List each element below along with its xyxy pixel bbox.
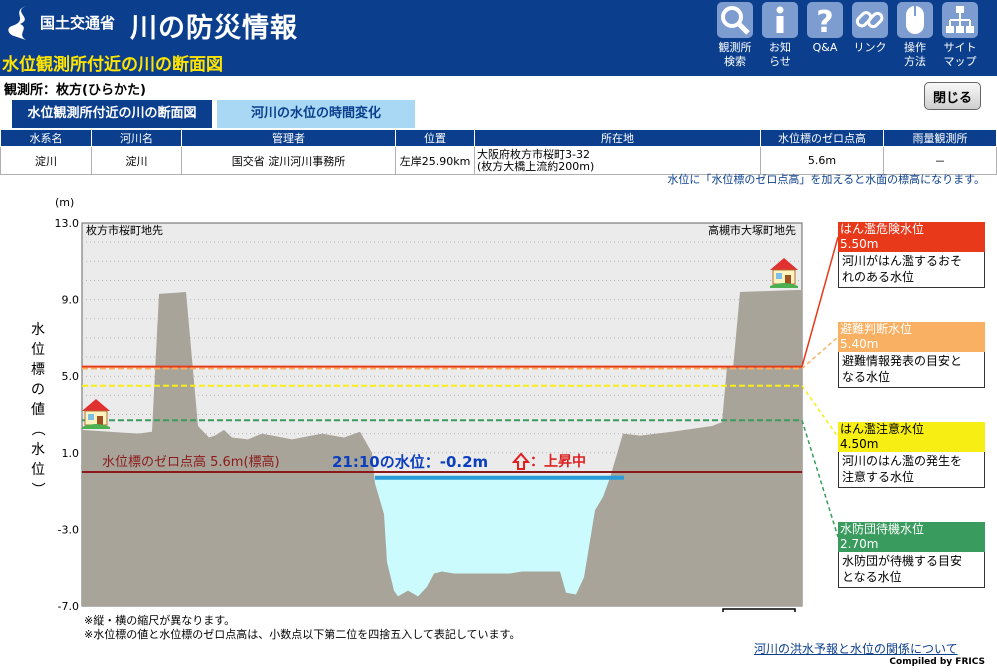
cell-system: 淀川 [0,146,92,175]
cell-position: 左岸25.90km [395,146,475,175]
nav-link-button[interactable]: リンク [845,0,895,76]
link-icon [855,11,884,29]
scale-bar: 100m [722,608,796,612]
y-axis-label-char: ） [29,482,45,496]
legend-caution-level: はん濫注意水位 4.50m 河川のはん濫の発生を 注意する水位 [838,422,985,488]
y-tick-label: -3.0 [58,523,79,536]
legend-connector [801,236,839,367]
col-header: 所在地 [474,129,761,147]
sitemap-icon [946,6,974,33]
nav-qa-button[interactable]: ? Q&A [800,0,850,76]
y-tick-label: 1.0 [62,447,80,460]
site-title: 川の防災情報 [130,13,298,44]
legend-standby-level: 水防団待機水位 2.70m 水防団が待機する目安 となる水位 [838,522,985,588]
col-header: 管理者 [181,129,396,147]
legend-connector [801,385,839,438]
station-info-table: 水系名 河川名 管理者 位置 所在地 水位標のゼロ点高 雨量観測所 淀川 淀川 … [0,129,997,175]
right-bank-label: 高槻市大塚町地先 [708,223,796,237]
close-button[interactable]: 閉じる [924,82,981,110]
search-icon [721,6,750,35]
y-axis-label-char: 位 [31,462,45,478]
y-tick-label: 5.0 [62,370,80,383]
svg-text:?: ? [816,5,833,38]
info-icon [776,6,784,33]
legend-connector [801,420,839,538]
forecast-relation-link[interactable]: 河川の洪水予報と水位の関係について [754,640,958,657]
col-header: 水系名 [0,129,92,147]
y-tick-label: 9.0 [62,294,80,307]
credit-text: Compiled by FRICS [889,657,985,667]
ministry-name: 国土交通省 [40,14,116,32]
nav-sitemap-button[interactable]: サイト マップ [935,0,985,76]
y-tick-label: -7.0 [58,600,79,612]
header-bar: 国土交通省 川の防災情報 水位観測所付近の川の断面図 観測所 検索 お知 らせ ? … [0,0,997,76]
legend-danger-level: はん濫危険水位 5.50m 河川がはん濫するおそ れのある水位 [838,222,985,288]
tab-cross-section[interactable]: 水位観測所付近の川の断面図 [12,100,212,128]
y-axis-label-char: の [31,382,45,398]
y-tick-label: 13.0 [55,217,80,230]
zero-point-note: 水位に「水位標のゼロ点高」を加えると水面の標高になります。 [667,173,985,186]
col-header: 水位標のゼロ点高 [760,129,884,147]
mouse-icon [906,6,924,34]
col-header: 河川名 [91,129,182,147]
y-axis-label-char: 水 [31,442,45,458]
station-name: 観測所：枚方(ひらかた) [4,83,146,98]
table-header-row: 水系名 河川名 管理者 位置 所在地 水位標のゼロ点高 雨量観測所 [0,129,997,147]
trend-label: ：上昇中 [530,453,586,470]
y-axis-label-char: 水 [31,322,45,338]
footnote-rounding: ※水位標の値と水位標のゼロ点高は、小数点以下第二位を四捨五入して表記しています。 [84,628,521,641]
question-icon: ? [816,5,833,40]
cell-river: 淀川 [91,146,182,175]
y-axis-label-char: 標 [31,362,45,378]
page-heading: 水位観測所付近の川の断面図 [2,55,223,75]
left-bank-label: 枚方市桜町地先 [86,223,163,237]
current-level-label: 21:10の水位：-0.2m [332,453,488,471]
y-unit-label: (m) [55,196,74,209]
legend-evacuation-level: 避難判断水位 5.40m 避難情報発表の目安と なる水位 [838,322,985,388]
y-axis-label-char: （ [29,422,45,436]
col-header: 雨量観測所 [883,129,997,147]
nav-station-search-button[interactable]: 観測所 検索 [710,0,760,76]
y-axis-label-char: 値 [31,402,45,418]
y-axis-label: 水位標の値（水位） [29,322,45,496]
tab-timeseries[interactable]: 河川の水位の時間変化 [217,100,415,128]
cell-manager: 国交省 淀川河川事務所 [181,146,396,175]
river-logo-icon [8,6,26,40]
nav-notice-button[interactable]: お知 らせ [755,0,805,76]
col-header: 位置 [395,129,475,147]
nav-howto-button[interactable]: 操作 方法 [890,0,940,76]
legend-connector [801,336,839,370]
zero-point-label: 水位標のゼロ点高 5.6m(標高) [102,454,280,470]
y-axis-label-char: 位 [31,342,45,358]
